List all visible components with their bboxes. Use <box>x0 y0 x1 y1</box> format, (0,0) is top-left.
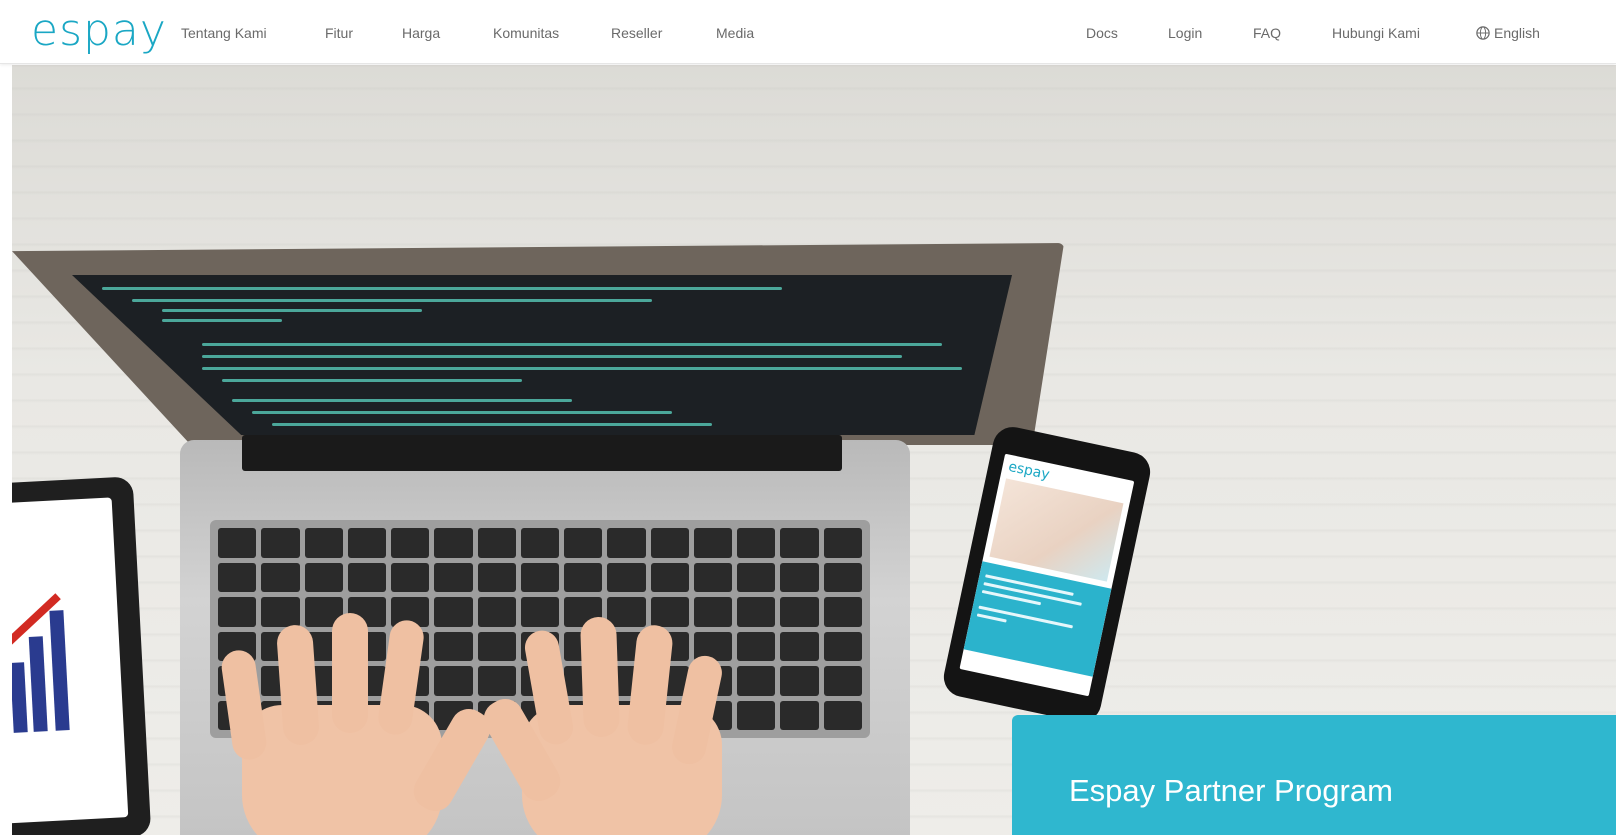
keyboard-key <box>261 597 300 627</box>
keyboard-key <box>780 528 819 558</box>
laptop-hinge <box>242 435 842 471</box>
keyboard-key <box>261 562 300 592</box>
keyboard-key <box>434 562 473 592</box>
keyboard-key <box>477 562 516 592</box>
nav-login[interactable]: Login <box>1168 24 1202 42</box>
keyboard-key <box>823 700 862 730</box>
keyboard-key <box>434 597 473 627</box>
keyboard-key <box>304 528 343 558</box>
nav-harga[interactable]: Harga <box>402 24 440 42</box>
keyboard-key <box>737 528 776 558</box>
keyboard-key <box>693 528 733 558</box>
keyboard-key <box>650 597 689 627</box>
keyboard-key <box>304 562 343 592</box>
keyboard-key <box>780 631 819 661</box>
keyboard-key <box>823 562 862 592</box>
keyboard-key <box>650 528 689 558</box>
language-switcher[interactable]: English <box>1476 24 1540 42</box>
top-navbar: espay Tentang Kami Fitur Harga Komunitas… <box>0 0 1616 64</box>
tablet-chart-screen <box>12 497 129 824</box>
nav-komunitas[interactable]: Komunitas <box>493 24 559 42</box>
keyboard-key <box>391 528 430 558</box>
keyboard-key <box>737 666 776 696</box>
keyboard-key <box>564 528 603 558</box>
nav-fitur[interactable]: Fitur <box>325 24 353 42</box>
chart-bar <box>49 610 70 731</box>
keyboard-key <box>347 562 387 592</box>
keyboard-key <box>477 631 516 661</box>
globe-icon <box>1476 26 1490 40</box>
nav-docs[interactable]: Docs <box>1086 24 1118 42</box>
keyboard-key <box>823 631 862 661</box>
nav-hubungi-kami[interactable]: Hubungi Kami <box>1332 24 1420 42</box>
espay-logo[interactable]: espay <box>31 6 167 56</box>
keyboard-key <box>780 700 819 730</box>
keyboard-key <box>650 562 689 592</box>
phone-illustration: espay <box>940 423 1154 726</box>
chart-bar <box>28 636 48 732</box>
tablet-illustration <box>12 476 152 835</box>
nav-reseller[interactable]: Reseller <box>611 24 662 42</box>
keyboard-key <box>737 631 776 661</box>
keyboard-key <box>564 562 603 592</box>
keyboard-key <box>434 666 473 696</box>
keyboard-key <box>520 528 560 558</box>
keyboard-key <box>780 666 819 696</box>
keyboard-key <box>477 666 516 696</box>
partner-program-title[interactable]: Espay Partner Program <box>1069 773 1393 809</box>
nav-media[interactable]: Media <box>716 24 754 42</box>
keyboard-key <box>477 597 516 627</box>
keyboard-key <box>218 562 257 592</box>
phone-cta-panel <box>963 561 1112 677</box>
keyboard-key <box>693 597 733 627</box>
keyboard-key <box>218 597 257 627</box>
keyboard-key <box>391 562 430 592</box>
keyboard-key <box>261 528 300 558</box>
keyboard-key <box>607 562 646 592</box>
keyboard-key <box>737 700 776 730</box>
keyboard-key <box>693 562 733 592</box>
keyboard-key <box>347 528 387 558</box>
nav-faq[interactable]: FAQ <box>1253 24 1281 42</box>
nav-tentang-kami[interactable]: Tentang Kami <box>181 24 267 42</box>
keyboard-key <box>520 562 560 592</box>
chart-bar <box>12 662 28 733</box>
keyboard-key <box>607 597 646 627</box>
keyboard-key <box>737 562 776 592</box>
keyboard-key <box>218 528 257 558</box>
keyboard-key <box>823 597 862 627</box>
keyboard-key <box>607 528 646 558</box>
keyboard-key <box>477 528 516 558</box>
keyboard-key <box>823 666 862 696</box>
keyboard-key <box>737 597 776 627</box>
keyboard-key <box>434 528 473 558</box>
language-label: English <box>1494 25 1540 41</box>
keyboard-key <box>434 631 473 661</box>
keyboard-key <box>780 562 819 592</box>
phone-screen: espay <box>959 453 1135 697</box>
keyboard-key <box>520 597 560 627</box>
keyboard-key <box>823 528 862 558</box>
keyboard-key <box>780 597 819 627</box>
